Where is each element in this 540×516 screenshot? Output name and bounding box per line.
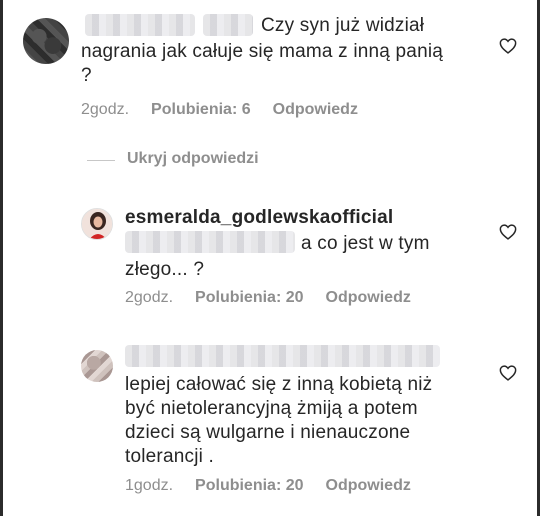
blurred-mention (203, 14, 253, 36)
likes-count-link[interactable]: Polubienia: 20 (195, 289, 303, 306)
reply-button[interactable]: Odpowiedz (326, 477, 411, 494)
comment-meta: 2godz. Polubienia: 6 Odpowiedz (81, 101, 380, 119)
reply-button[interactable]: Odpowiedz (326, 289, 411, 306)
like-heart-icon[interactable] (499, 38, 517, 54)
comment-time: 2godz. (81, 101, 130, 118)
likes-count-link[interactable]: Polubienia: 20 (195, 477, 303, 494)
blurred-username (125, 345, 440, 367)
comment-text: Czy syn już widział (261, 15, 425, 36)
blurred-username (85, 14, 195, 36)
like-heart-icon[interactable] (499, 224, 517, 240)
likes-count-link[interactable]: Polubienia: 6 (151, 101, 251, 118)
avatar[interactable] (81, 350, 113, 382)
comment-text-continued: nagrania jak całuje się mama z inną pani… (81, 41, 444, 86)
hide-replies-line (87, 160, 115, 161)
hide-replies-button[interactable]: Ukryj odpowiedzi (127, 150, 259, 168)
avatar[interactable] (23, 18, 69, 64)
comments-panel: Czy syn już widział nagrania jak całuje … (0, 0, 540, 516)
reply-time: 2godz. (125, 289, 174, 306)
reply-username[interactable]: esmeralda_godlewskaofficial (125, 207, 393, 229)
reply-button[interactable]: Odpowiedz (273, 101, 358, 118)
blurred-mention (125, 231, 295, 253)
reply-text: a co jest w tym (301, 233, 430, 254)
like-heart-icon[interactable] (499, 365, 517, 381)
reply-meta: 2godz. Polubienia: 20 Odpowiedz (125, 289, 433, 307)
reply-time: 1godz. (125, 477, 174, 494)
reply-text-continued: złego... ? (125, 259, 205, 280)
avatar-esmeralda[interactable] (81, 208, 113, 240)
reply-meta: 1godz. Polubienia: 20 Odpowiedz (125, 477, 433, 495)
reply-text: lepiej całować się z inną kobietą niż by… (125, 374, 433, 467)
